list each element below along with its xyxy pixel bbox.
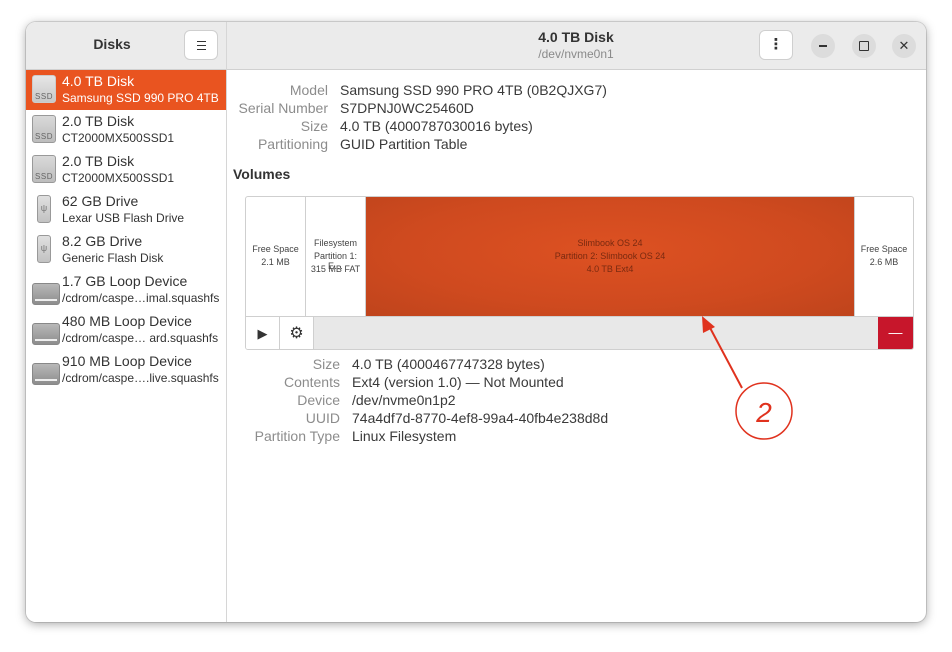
disk-item-2tb-crucial-2[interactable]: SSD 2.0 TB Disk CT2000MX500SSD1 (26, 150, 226, 190)
disk-name: 2.0 TB Disk (62, 113, 135, 129)
partition-options-button[interactable]: ⚙ (280, 317, 314, 349)
loop-device-icon (32, 355, 60, 385)
main-pane: 4.0 TB Disk /dev/nvme0n1 ⋮ ✕ Model Samsu… (227, 22, 926, 622)
disk-model: CT2000MX500SSD1 (62, 131, 175, 145)
disk-path: /cdrom/caspe…imal.squashfs (62, 291, 220, 305)
minus-icon: — (888, 324, 903, 340)
ssd-icon: SSD (32, 75, 56, 105)
close-button[interactable]: ✕ (892, 34, 916, 58)
volume-toolbar: ▶ ⚙ — (246, 316, 913, 349)
play-icon: ▶ (257, 326, 268, 341)
loop-device-icon (32, 275, 60, 305)
disk-item-2tb-crucial-1[interactable]: SSD 2.0 TB Disk CT2000MX500SSD1 (26, 110, 226, 150)
ssd-icon: SSD (32, 155, 56, 185)
partition-type-value: Linux Filesystem (352, 428, 457, 444)
disk-item-4tb-samsung[interactable]: SSD 4.0 TB Disk Samsung SSD 990 PRO 4TB (26, 70, 226, 110)
volumes-graphic: Free Space 2.1 MB Filesystem Partition 1… (245, 196, 914, 350)
partition-name: Partition 2: Slimbook OS 24 (554, 251, 666, 261)
disk-name: 62 GB Drive (62, 193, 139, 209)
partition-size: 2.1 MB (261, 257, 290, 267)
disk-model: Lexar USB Flash Drive (62, 211, 185, 225)
device-value: /dev/nvme0n1p2 (352, 392, 456, 408)
partition-label: Free Space (252, 244, 299, 254)
loop-device-icon (32, 315, 60, 345)
kebab-menu-icon: ⋮ (768, 36, 784, 53)
partition-label: Free Space (860, 244, 908, 254)
mount-button[interactable]: ▶ (246, 317, 280, 349)
delete-partition-button[interactable]: — (878, 317, 913, 349)
header-bar: 4.0 TB Disk /dev/nvme0n1 ⋮ ✕ (227, 22, 926, 70)
disk-name: 8.2 GB Drive (62, 233, 143, 249)
partition-1-fat[interactable]: Filesystem Partition 1: E… 315 MB FAT (306, 197, 366, 316)
partition-type-label: Partition Type (254, 428, 340, 444)
device-label: Device (297, 392, 340, 408)
disk-model: Generic Flash Disk (62, 251, 164, 265)
partition-size: 4.0 TB Ext4 (586, 264, 634, 274)
disk-item-loop-480mb[interactable]: 480 MB Loop Device /cdrom/caspe… ard.squ… (26, 310, 226, 350)
disk-list: SSD 4.0 TB Disk Samsung SSD 990 PRO 4TB … (26, 70, 226, 390)
volumes-heading: Volumes (233, 166, 291, 182)
partition-free-space-2[interactable]: Free Space 2.6 MB (854, 197, 913, 316)
partition-size-label: Size (312, 356, 340, 372)
partition-size: 2.6 MB (869, 257, 899, 267)
partitioning-value: GUID Partition Table (340, 136, 468, 152)
close-icon: ✕ (898, 38, 910, 53)
hamburger-menu-icon (197, 41, 206, 50)
partition-2-ext4[interactable]: Slimbook OS 24 Partition 2: Slimbook OS … (366, 197, 854, 316)
maximize-button[interactable] (852, 34, 876, 58)
minimize-button[interactable] (811, 34, 835, 58)
disk-name: 4.0 TB Disk (62, 73, 135, 89)
disk-name: 910 MB Loop Device (62, 353, 192, 369)
partition-size-value: 4.0 TB (4000467747328 bytes) (352, 356, 545, 372)
disk-model: Samsung SSD 990 PRO 4TB (62, 91, 219, 105)
drive-options-button[interactable]: ⋮ (759, 30, 793, 60)
disk-path: /cdrom/caspe….live.squashfs (62, 371, 219, 385)
ssd-icon: SSD (32, 115, 56, 145)
disk-name: 1.7 GB Loop Device (62, 273, 188, 289)
serial-label: Serial Number (238, 100, 328, 116)
disk-model: CT2000MX500SSD1 (62, 171, 175, 185)
uuid-value: 74a4df7d-8770-4ef8-99a4-40fb4e238d8d (352, 410, 609, 426)
serial-value: S7DPNJ0WC25460D (340, 100, 474, 116)
partition-bar: Free Space 2.1 MB Filesystem Partition 1… (246, 197, 913, 316)
disk-item-62gb-lexar[interactable]: ψ 62 GB Drive Lexar USB Flash Drive (26, 190, 226, 230)
sidebar: Disks SSD 4.0 TB Disk Samsung SSD 990 PR… (26, 22, 227, 622)
minimize-icon (819, 45, 827, 47)
disk-path: /cdrom/caspe… ard.squashfs (62, 331, 219, 345)
partition-size: 315 MB FAT (310, 264, 361, 274)
contents-value: Ext4 (version 1.0) — Not Mounted (352, 374, 564, 390)
disk-item-loop-910mb[interactable]: 910 MB Loop Device /cdrom/caspe….live.sq… (26, 350, 226, 390)
usb-drive-icon: ψ (32, 195, 56, 225)
sidebar-header: Disks (26, 22, 226, 70)
disk-item-8gb-generic[interactable]: ψ 8.2 GB Drive Generic Flash Disk (26, 230, 226, 270)
partition-free-space-1[interactable]: Free Space 2.1 MB (246, 197, 306, 316)
partition-label: Filesystem (313, 238, 357, 248)
model-label: Model (289, 82, 328, 98)
disk-name: 480 MB Loop Device (62, 313, 192, 329)
disks-window: Disks SSD 4.0 TB Disk Samsung SSD 990 PR… (26, 22, 926, 622)
usb-drive-icon: ψ (32, 235, 56, 265)
disk-size-label: Size (300, 118, 328, 134)
main-menu-button[interactable] (184, 30, 218, 60)
disk-size-value: 4.0 TB (4000787030016 bytes) (340, 118, 533, 134)
disk-name: 2.0 TB Disk (62, 153, 135, 169)
model-value: Samsung SSD 990 PRO 4TB (0B2QJXG7) (340, 82, 607, 98)
maximize-icon (859, 41, 869, 51)
gear-icon: ⚙ (289, 325, 304, 342)
uuid-label: UUID (305, 410, 340, 426)
partition-label: Slimbook OS 24 (577, 238, 643, 248)
partitioning-label: Partitioning (257, 136, 328, 152)
contents-label: Contents (283, 374, 340, 390)
disk-item-loop-1-7gb[interactable]: 1.7 GB Loop Device /cdrom/caspe…imal.squ… (26, 270, 226, 310)
